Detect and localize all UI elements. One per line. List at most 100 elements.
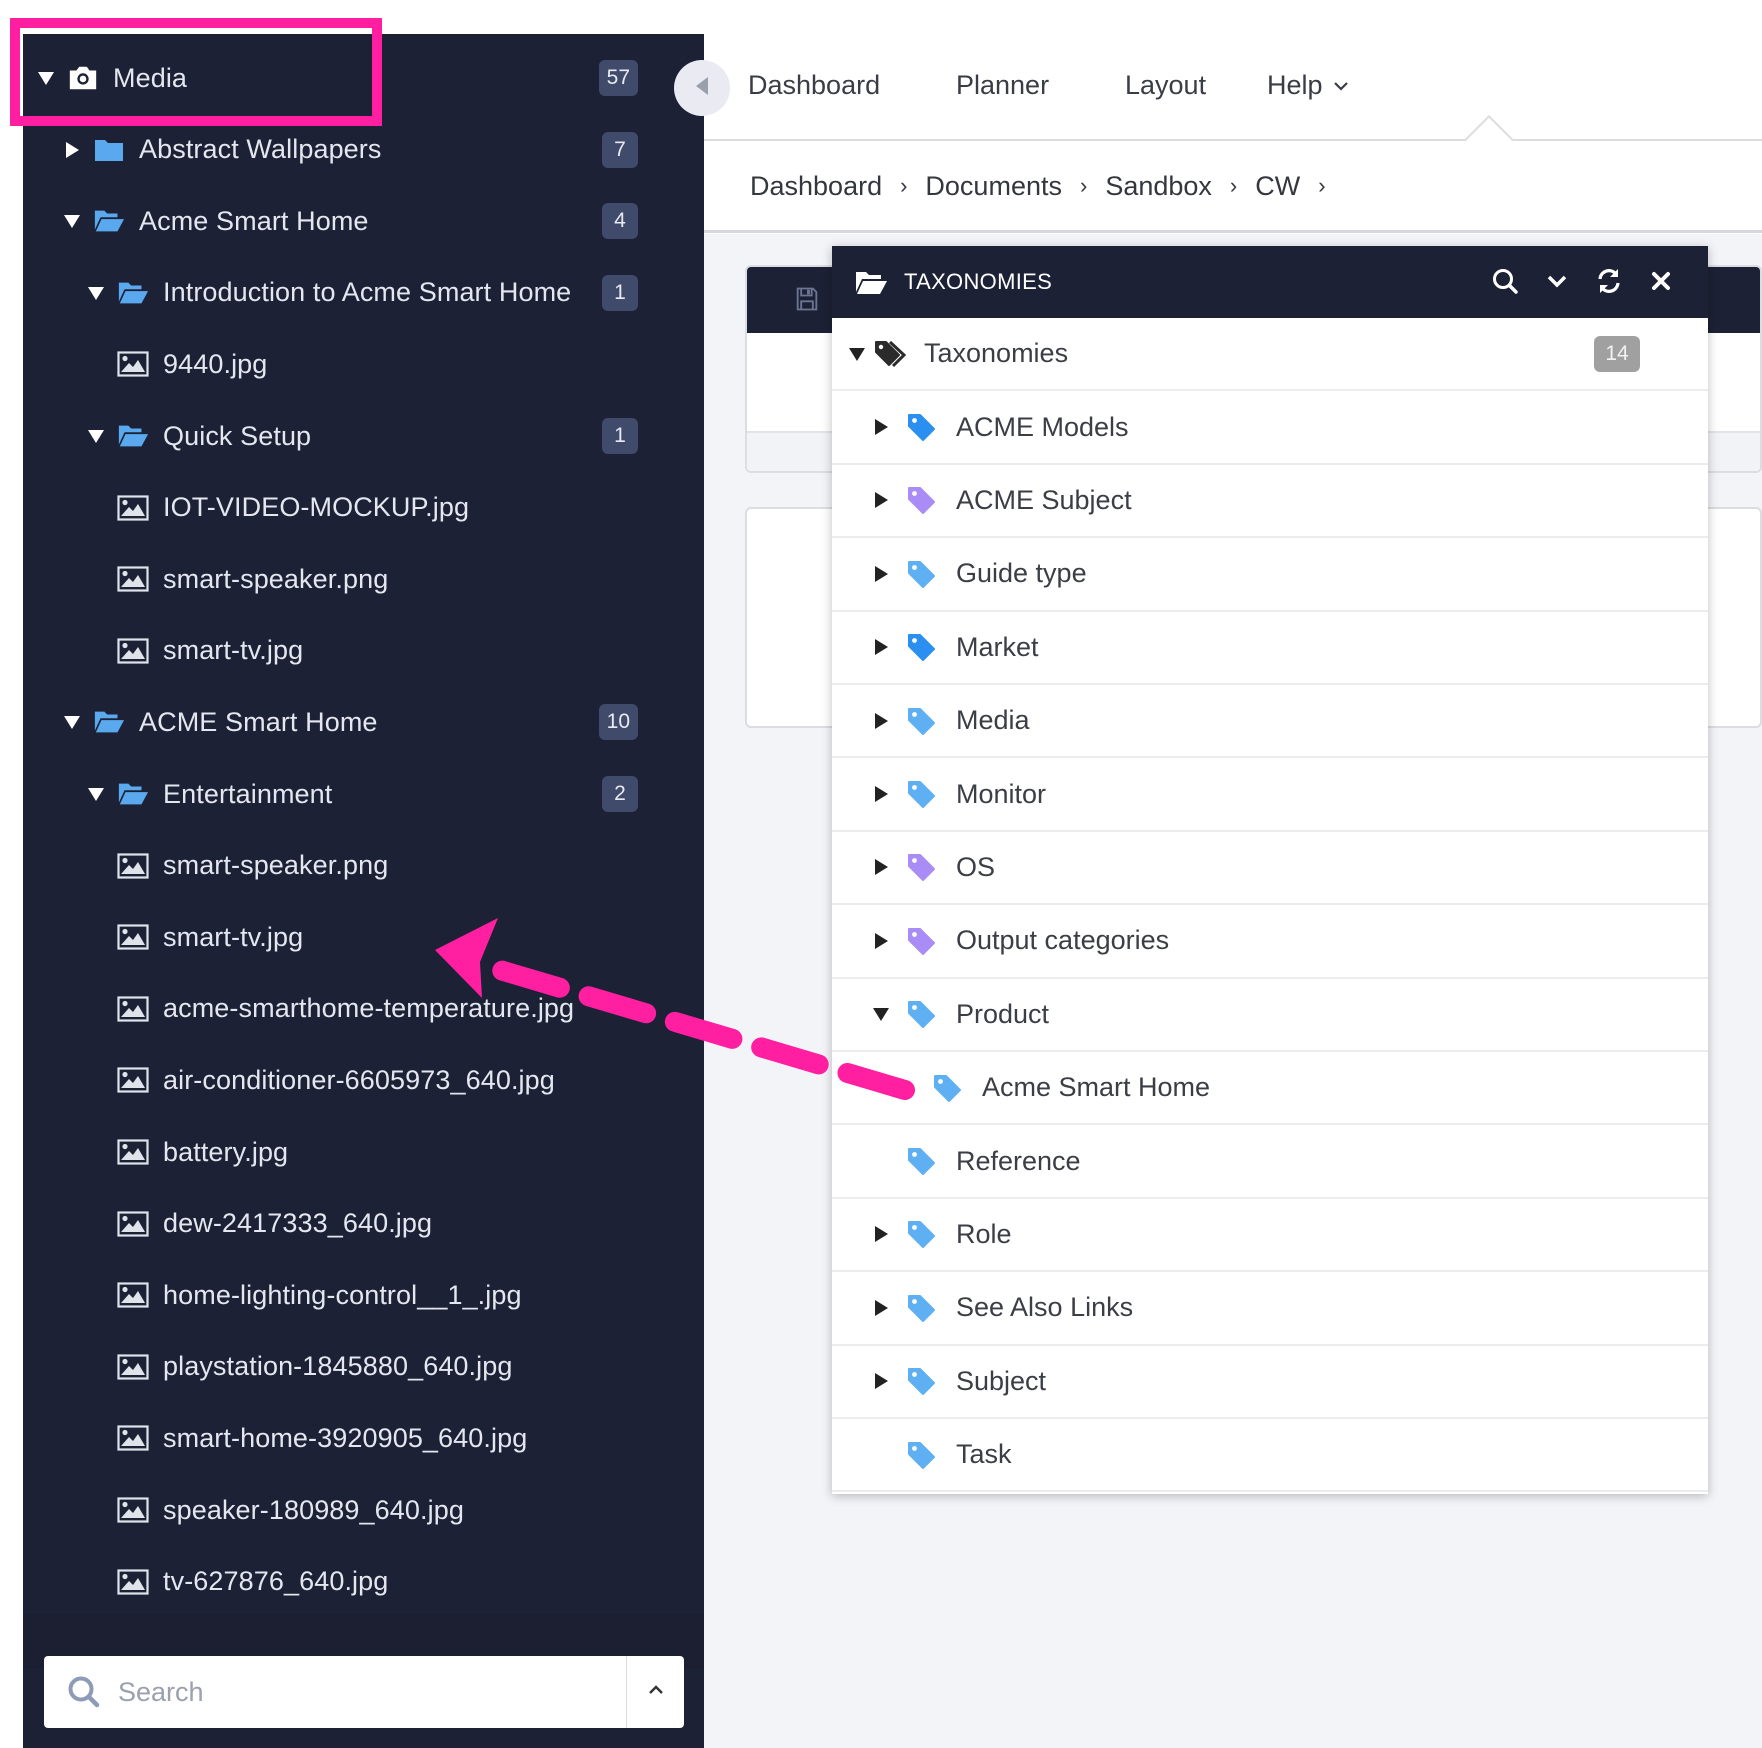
sidebar-tree-item[interactable]: IOT-VIDEO-MOCKUP.jpg (23, 472, 704, 544)
caret-right-icon[interactable] (870, 1225, 892, 1243)
search-input[interactable] (118, 1676, 598, 1708)
sidebar-tree-item[interactable]: Entertainment 2 (23, 758, 704, 830)
taxonomy-root[interactable]: Taxonomies 14 (832, 318, 1708, 392)
taxonomy-item[interactable]: Role (832, 1199, 1708, 1273)
taxonomy-item[interactable]: Acme Smart Home (832, 1052, 1708, 1126)
breadcrumb-separator: › (1229, 173, 1238, 198)
search-icon[interactable] (1488, 264, 1522, 298)
breadcrumb-separator: › (1079, 173, 1088, 198)
sidebar-tree-item[interactable]: air-conditioner-6605973_640.jpg (23, 1044, 704, 1116)
taxonomy-item[interactable]: Reference (832, 1125, 1708, 1199)
sidebar-tree-item[interactable]: Acme Smart Home 4 (23, 185, 704, 257)
taxonomy-item[interactable]: Task (832, 1419, 1708, 1493)
sidebar-tree-item[interactable]: Media 57 (23, 42, 704, 114)
sidebar-tree-item[interactable]: ACME Smart Home 10 (23, 686, 704, 758)
caret-right-icon[interactable] (870, 1372, 892, 1390)
sidebar-tree-item[interactable]: battery.jpg (23, 1116, 704, 1188)
sidebar-tree-item[interactable]: Introduction to Acme Smart Home 1 (23, 257, 704, 329)
tab-layout[interactable]: Layout (1125, 70, 1206, 101)
sidebar-tree-item[interactable]: Quick Setup 1 (23, 400, 704, 472)
taxonomies-panel: TAXONOMIES Taxonomies 14 ACME Models ACME S… (832, 246, 1708, 1494)
breadcrumb-separator: › (1318, 173, 1326, 198)
sidebar-tree-item[interactable]: dew-2417333_640.jpg (23, 1188, 704, 1260)
tab-dashboard[interactable]: Dashboard (748, 70, 880, 101)
sidebar-tree-item[interactable]: speaker-180989_640.jpg (23, 1474, 704, 1546)
taxonomy-item[interactable]: Media (832, 685, 1708, 759)
caret-right-icon[interactable] (870, 1299, 892, 1317)
caret-right-icon[interactable] (870, 638, 892, 656)
caret-down-icon[interactable] (61, 714, 83, 730)
tag-icon (906, 926, 936, 956)
caret-right-icon[interactable] (61, 141, 83, 159)
sidebar-search (44, 1656, 684, 1728)
caret-right-icon[interactable] (870, 565, 892, 583)
sidebar-tree-item[interactable]: acme-smarthome-temperature.jpg (23, 973, 704, 1045)
tag-icon (906, 779, 936, 809)
taxonomy-item[interactable]: Market (832, 612, 1708, 685)
count-badge: 10 (598, 704, 638, 741)
collapse-sidebar-button[interactable] (674, 60, 730, 116)
sidebar-item-label: smart-tv.jpg (163, 921, 304, 952)
sidebar-tree-item[interactable]: smart-tv.jpg (23, 615, 704, 687)
tab-planner[interactable]: Planner (956, 70, 1049, 101)
sidebar-tree-item[interactable]: 9440.jpg (23, 328, 704, 400)
sidebar-tree-item[interactable]: playstation-1845880_640.jpg (23, 1331, 704, 1403)
tag-icon (906, 632, 936, 662)
count-badge: 1 (602, 418, 638, 454)
caret-down-icon[interactable] (61, 213, 83, 229)
folder-open-icon (93, 708, 125, 736)
caret-down-icon[interactable] (870, 1006, 892, 1022)
sidebar-item-label: air-conditioner-6605973_640.jpg (163, 1064, 555, 1095)
search-expand-button[interactable] (626, 1656, 684, 1728)
taxonomy-item[interactable]: Guide type (832, 538, 1708, 612)
sidebar-tree-item[interactable]: Abstract Wallpapers 7 (23, 114, 704, 186)
taxonomy-item[interactable]: Subject (832, 1346, 1708, 1419)
sidebar-tree-item[interactable]: smart-home-3920905_640.jpg (23, 1402, 704, 1474)
caret-right-icon[interactable] (870, 712, 892, 730)
top-nav: Dashboard Planner Layout Help (704, 40, 1762, 164)
breadcrumb-item[interactable]: CW (1255, 171, 1300, 202)
close-icon[interactable] (1644, 264, 1678, 298)
tab-help[interactable]: Help (1267, 70, 1349, 101)
taxonomy-item[interactable]: OS (832, 832, 1708, 906)
sidebar-tree-item[interactable]: home-lighting-control__1_.jpg (23, 1259, 704, 1331)
image-icon (117, 1353, 149, 1381)
sidebar-tree-item[interactable]: tv-627876_640.jpg (23, 1546, 704, 1618)
taxonomy-label: ACME Models (956, 411, 1129, 442)
caret-down-icon[interactable] (85, 786, 107, 802)
taxonomy-item[interactable]: Output categories (832, 905, 1708, 979)
refresh-icon[interactable] (1592, 264, 1626, 298)
taxonomy-item[interactable]: ACME Models (832, 391, 1708, 465)
breadcrumb-item[interactable]: Sandbox (1105, 171, 1212, 202)
breadcrumb-item[interactable]: Dashboard (750, 171, 882, 202)
caret-down-icon[interactable] (85, 285, 107, 301)
taxonomy-item[interactable]: See Also Links (832, 1272, 1708, 1346)
sidebar-item-label: playstation-1845880_640.jpg (163, 1351, 513, 1382)
taxonomy-item[interactable]: ACME Subject (832, 465, 1708, 539)
caret-down-icon[interactable] (846, 346, 868, 362)
sidebar-tree-item[interactable]: smart-speaker.png (23, 830, 704, 902)
image-icon (117, 1281, 149, 1309)
caret-right-icon[interactable] (870, 932, 892, 950)
taxonomy-item[interactable]: Product (832, 979, 1708, 1052)
count-badge: 57 (598, 60, 638, 96)
caret-right-icon[interactable] (870, 491, 892, 509)
caret-right-icon[interactable] (870, 418, 892, 436)
app-root: Dashboard Planner Layout Help Dashboard … (0, 0, 1762, 1748)
taxonomies-panel-header: TAXONOMIES (832, 246, 1708, 318)
caret-down-icon[interactable] (35, 70, 57, 86)
sidebar-tree-item[interactable]: smart-tv.jpg (23, 901, 704, 973)
image-icon (117, 637, 149, 665)
caret-down-icon[interactable] (85, 428, 107, 444)
save-icon[interactable] (793, 285, 823, 315)
count-badge: 14 (1594, 335, 1640, 372)
sidebar-tree-item[interactable]: smart-speaker.png (23, 543, 704, 615)
taxonomy-label: Role (956, 1218, 1012, 1249)
chevron-down-icon[interactable] (1540, 264, 1574, 298)
caret-right-icon[interactable] (870, 785, 892, 803)
taxonomy-item[interactable]: Monitor (832, 758, 1708, 832)
image-icon (117, 350, 149, 378)
breadcrumb-separator: › (900, 173, 908, 198)
breadcrumb-item[interactable]: Documents (925, 171, 1062, 202)
caret-right-icon[interactable] (870, 858, 892, 876)
